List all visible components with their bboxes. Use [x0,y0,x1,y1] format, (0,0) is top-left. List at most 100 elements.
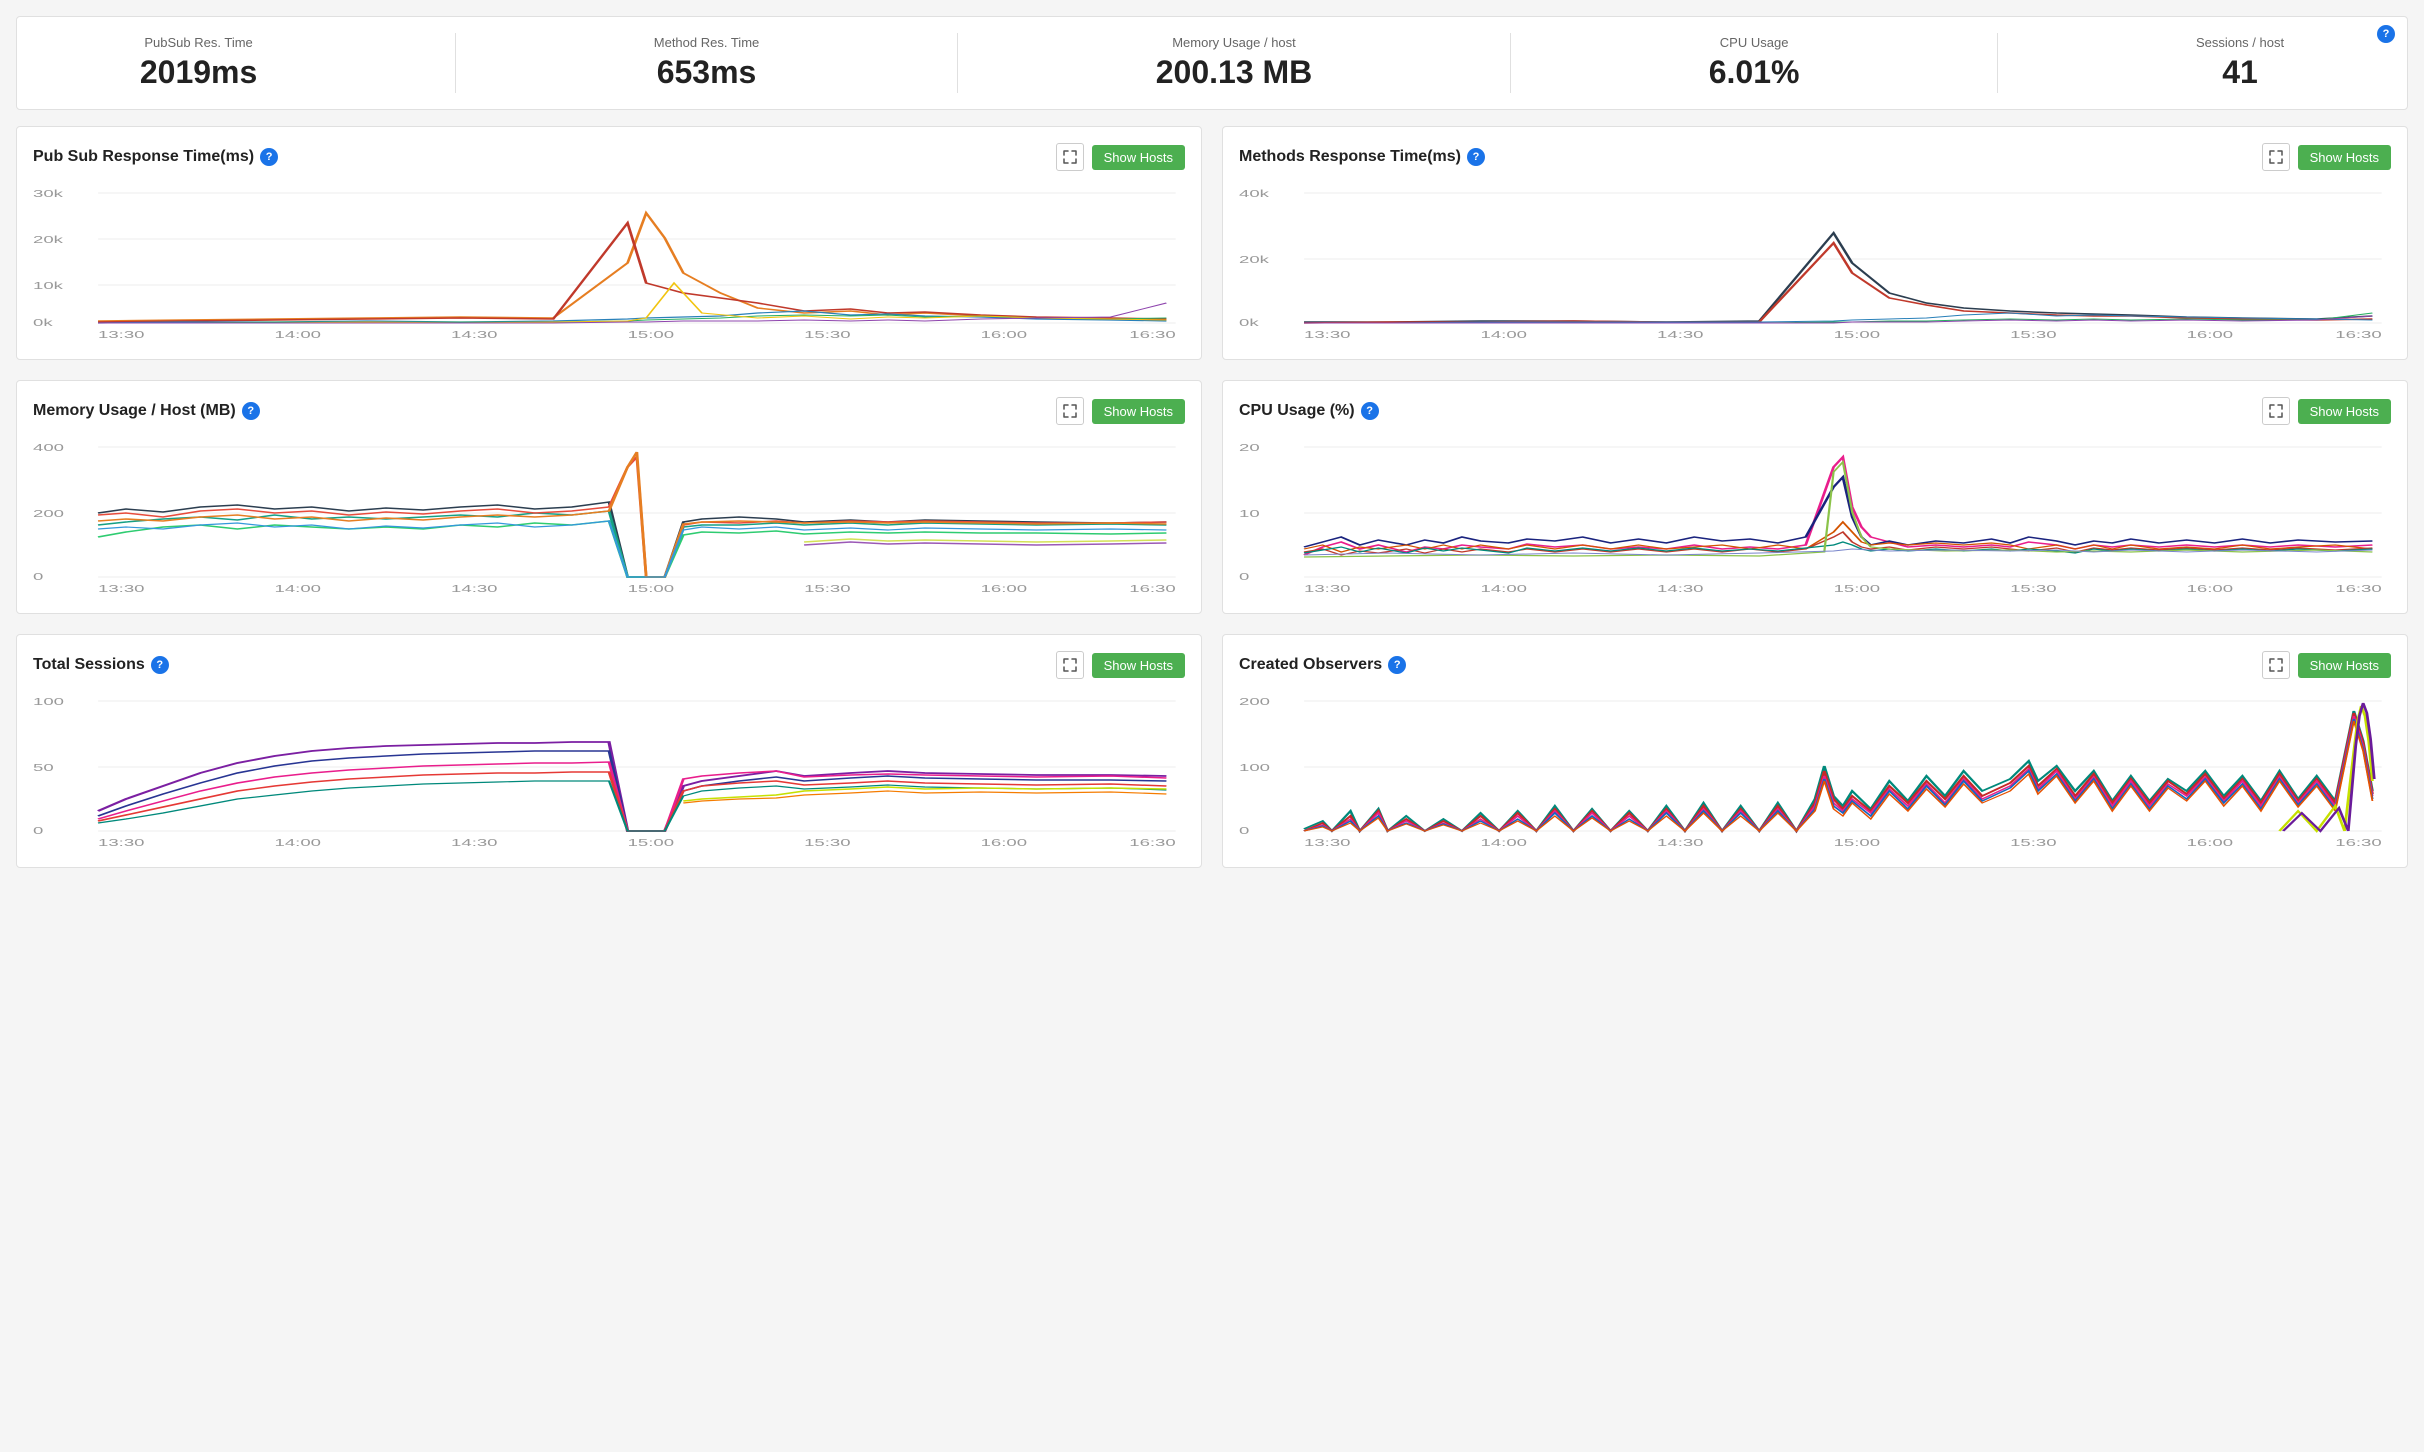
stat-cpu-value: 6.01% [1709,54,1800,91]
svg-text:20k: 20k [1239,254,1270,265]
stat-method-label: Method Res. Time [654,35,760,50]
chart-sessions-title: Total Sessions [33,656,145,674]
chart-sessions: Total Sessions ? Show Hosts 100 50 0 [16,634,1202,868]
chart-memory-help-icon[interactable]: ? [242,402,260,420]
chart-sessions-area: 100 50 0 13:30 14:00 14:30 15:00 15:30 1… [33,691,1185,851]
chart-sessions-header: Total Sessions ? Show Hosts [33,651,1185,679]
stat-cpu-label: CPU Usage [1709,35,1800,50]
chart-sessions-show-hosts-button[interactable]: Show Hosts [1092,653,1185,678]
svg-text:16:00: 16:00 [981,583,1027,594]
stat-pubsub-value: 2019ms [140,54,257,91]
chart-cpu-area: 20 10 0 13:30 14:00 14:30 15:00 15:30 16… [1239,437,2391,597]
svg-text:16:30: 16:30 [1129,837,1175,848]
stat-divider-2 [957,33,958,93]
charts-grid: Pub Sub Response Time(ms) ? Show Hosts 3… [16,126,2408,868]
svg-text:16:00: 16:00 [2187,583,2233,594]
svg-text:14:30: 14:30 [451,583,497,594]
svg-text:15:00: 15:00 [1834,329,1880,340]
chart-methods-svg: 40k 20k 0k 13:30 14:00 14:30 15:00 15:30… [1239,183,2391,343]
chart-memory-show-hosts-button[interactable]: Show Hosts [1092,399,1185,424]
svg-text:0: 0 [1239,571,1249,582]
stat-divider-1 [455,33,456,93]
svg-text:20k: 20k [33,234,64,245]
chart-cpu-show-hosts-button[interactable]: Show Hosts [2298,399,2391,424]
chart-pubsub-show-hosts-button[interactable]: Show Hosts [1092,145,1185,170]
svg-text:200: 200 [33,508,64,519]
svg-text:14:00: 14:00 [1481,329,1527,340]
svg-text:0: 0 [33,825,43,836]
chart-memory-area: 400 200 0 13:30 14:00 14:30 15:00 15:30 … [33,437,1185,597]
chart-observers-header: Created Observers ? Show Hosts [1239,651,2391,679]
chart-cpu-expand-button[interactable] [2262,397,2290,425]
svg-text:16:30: 16:30 [1129,329,1175,340]
chart-pubsub-expand-button[interactable] [1056,143,1084,171]
chart-observers-svg: 200 100 0 13:30 14:00 14:30 15:00 15:30 … [1239,691,2391,851]
svg-text:14:00: 14:00 [1481,837,1527,848]
chart-sessions-expand-button[interactable] [1056,651,1084,679]
svg-text:16:00: 16:00 [981,837,1027,848]
svg-text:13:30: 13:30 [1304,329,1350,340]
chart-pubsub-area: 30k 20k 10k 0k 13:30 14:00 14:30 15:00 1… [33,183,1185,343]
stat-sessions: Sessions / host 41 [2196,35,2284,91]
stat-sessions-value: 41 [2196,54,2284,91]
svg-text:16:30: 16:30 [2335,329,2381,340]
svg-text:14:30: 14:30 [1657,837,1703,848]
chart-observers-expand-button[interactable] [2262,651,2290,679]
chart-cpu-controls: Show Hosts [2262,397,2391,425]
chart-pubsub-help-icon[interactable]: ? [260,148,278,166]
svg-text:15:00: 15:00 [628,329,674,340]
stat-memory: Memory Usage / host 200.13 MB [1156,35,1313,91]
svg-text:200: 200 [1239,696,1270,707]
chart-methods-title-group: Methods Response Time(ms) ? [1239,148,1485,166]
svg-text:40k: 40k [1239,188,1270,199]
svg-text:14:00: 14:00 [1481,583,1527,594]
chart-methods-title: Methods Response Time(ms) [1239,148,1461,166]
chart-methods-header: Methods Response Time(ms) ? Show Hosts [1239,143,2391,171]
chart-methods-controls: Show Hosts [2262,143,2391,171]
svg-text:16:00: 16:00 [2187,837,2233,848]
chart-observers-area: 200 100 0 13:30 14:00 14:30 15:00 15:30 … [1239,691,2391,851]
stat-sessions-label: Sessions / host [2196,35,2284,50]
svg-text:16:30: 16:30 [2335,583,2381,594]
chart-cpu: CPU Usage (%) ? Show Hosts 20 10 0 [1222,380,2408,614]
stat-divider-3 [1510,33,1511,93]
svg-text:15:00: 15:00 [628,583,674,594]
expand-icon [1063,150,1077,164]
svg-text:15:30: 15:30 [804,329,850,340]
chart-methods: Methods Response Time(ms) ? Show Hosts 4… [1222,126,2408,360]
chart-methods-help-icon[interactable]: ? [1467,148,1485,166]
chart-sessions-controls: Show Hosts [1056,651,1185,679]
chart-memory-expand-button[interactable] [1056,397,1084,425]
svg-text:20: 20 [1239,442,1260,453]
chart-observers: Created Observers ? Show Hosts 200 100 0 [1222,634,2408,868]
svg-text:15:30: 15:30 [2010,837,2056,848]
chart-memory-svg: 400 200 0 13:30 14:00 14:30 15:00 15:30 … [33,437,1185,597]
chart-methods-expand-button[interactable] [2262,143,2290,171]
svg-text:15:30: 15:30 [804,837,850,848]
svg-text:0k: 0k [1239,317,1259,328]
svg-text:0: 0 [33,571,43,582]
svg-text:13:30: 13:30 [1304,837,1350,848]
chart-cpu-title: CPU Usage (%) [1239,402,1355,420]
chart-cpu-header: CPU Usage (%) ? Show Hosts [1239,397,2391,425]
chart-pubsub-controls: Show Hosts [1056,143,1185,171]
svg-text:14:30: 14:30 [451,329,497,340]
svg-text:14:30: 14:30 [1657,329,1703,340]
chart-observers-show-hosts-button[interactable]: Show Hosts [2298,653,2391,678]
chart-memory: Memory Usage / Host (MB) ? Show Hosts 40… [16,380,1202,614]
svg-text:10: 10 [1239,508,1260,519]
chart-sessions-help-icon[interactable]: ? [151,656,169,674]
chart-observers-title: Created Observers [1239,656,1382,674]
chart-observers-help-icon[interactable]: ? [1388,656,1406,674]
chart-memory-header: Memory Usage / Host (MB) ? Show Hosts [33,397,1185,425]
chart-memory-title-group: Memory Usage / Host (MB) ? [33,402,260,420]
svg-text:13:30: 13:30 [1304,583,1350,594]
svg-text:100: 100 [33,696,64,707]
chart-cpu-help-icon[interactable]: ? [1361,402,1379,420]
help-icon-corner[interactable]: ? [2377,25,2395,43]
svg-text:16:30: 16:30 [2335,837,2381,848]
chart-methods-show-hosts-button[interactable]: Show Hosts [2298,145,2391,170]
svg-text:15:00: 15:00 [1834,583,1880,594]
expand-icon [2269,658,2283,672]
svg-text:15:00: 15:00 [1834,837,1880,848]
